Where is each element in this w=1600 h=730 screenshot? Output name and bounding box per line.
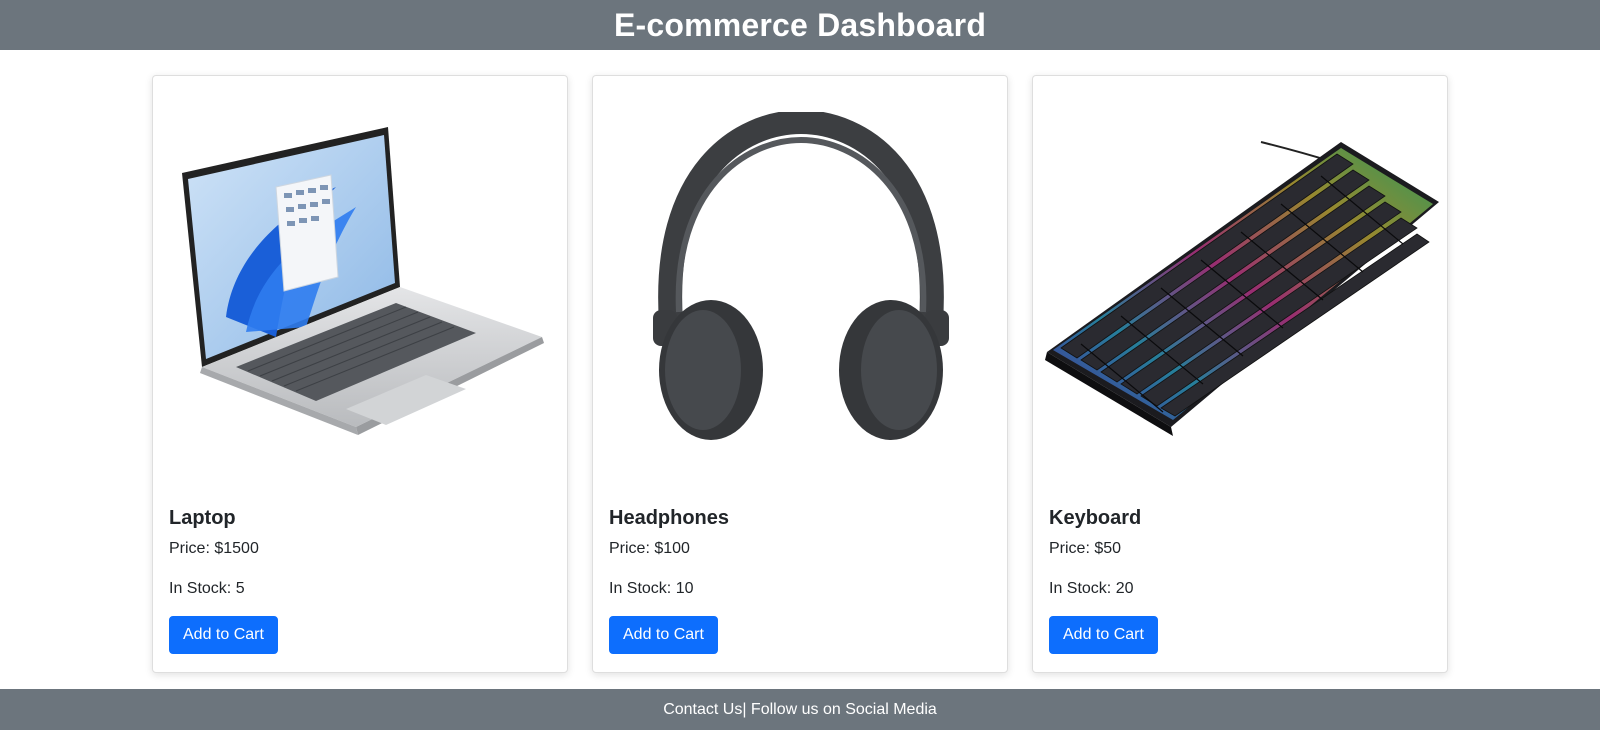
headphones-image [594, 77, 1008, 487]
product-card-keyboard: Keyboard Price: $50 In Stock: 20 Add to … [1032, 75, 1448, 673]
product-stock: In Stock: 10 [609, 580, 694, 597]
page-title: E-commerce Dashboard [613, 7, 987, 43]
product-card-body: Keyboard Price: $50 In Stock: 20 Add to … [1049, 506, 1431, 654]
product-name: Laptop [169, 507, 236, 529]
product-name: Keyboard [1049, 507, 1142, 529]
keyboard-image [1034, 77, 1448, 487]
laptop-image [154, 77, 568, 487]
product-stock: In Stock: 5 [169, 580, 245, 597]
product-card-laptop: Laptop Price: $1500 In Stock: 5 Add to C… [152, 75, 568, 673]
product-name: Headphones [609, 507, 730, 529]
add-to-cart-button[interactable]: Add to Cart [609, 616, 718, 654]
product-grid: Laptop Price: $1500 In Stock: 5 Add to C… [152, 75, 1448, 673]
product-card-headphones: Headphones Price: $100 In Stock: 10 Add … [592, 75, 1008, 673]
footer-text: Contact Us| Follow us on Social Media [663, 701, 937, 718]
page-header: E-commerce Dashboard [0, 0, 1600, 50]
product-price: Price: $1500 [169, 540, 259, 557]
product-price: Price: $100 [609, 540, 690, 557]
product-price: Price: $50 [1049, 540, 1122, 557]
add-to-cart-button[interactable]: Add to Cart [169, 616, 278, 654]
product-card-body: Headphones Price: $100 In Stock: 10 Add … [609, 506, 991, 654]
add-to-cart-button[interactable]: Add to Cart [1049, 616, 1158, 654]
product-card-body: Laptop Price: $1500 In Stock: 5 Add to C… [169, 506, 551, 654]
product-stock: In Stock: 20 [1049, 580, 1134, 597]
page-footer: Contact Us| Follow us on Social Media [0, 689, 1600, 730]
